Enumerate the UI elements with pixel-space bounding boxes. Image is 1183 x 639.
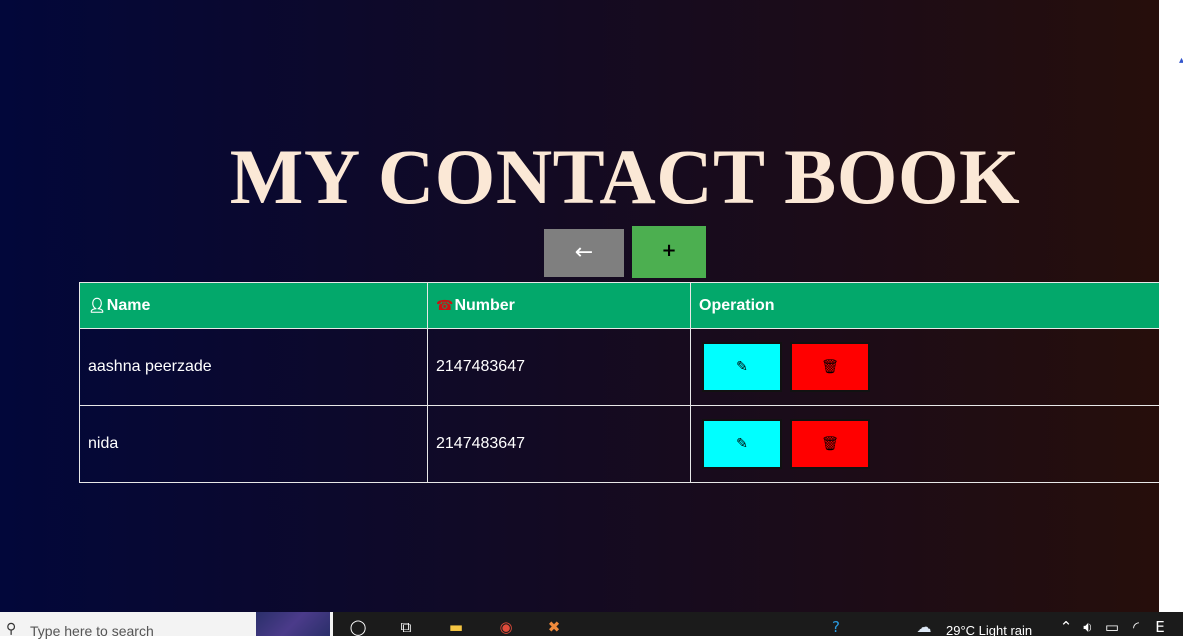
header-number: ☎Number [427,282,691,329]
table-row: aashna peerzade 2147483647 ✎ 🗑︎ [79,328,1159,406]
chrome-icon[interactable]: ◉ [496,618,516,636]
taskbar-search-placeholder: Type here to search [30,623,154,639]
chevron-up-icon[interactable]: ⌃ [1056,618,1076,636]
xampp-icon[interactable]: ✖ [544,618,564,636]
contact-name: aashna peerzade [79,328,428,406]
header-name-label: Name [106,296,151,314]
back-button[interactable]: ← [544,229,624,277]
table-row: nida 2147483647 ✎ 🗑︎ [79,405,1159,483]
contact-name: nida [79,405,428,483]
table-header-row: 👤︎Name ☎Number Operation [79,282,1159,329]
search-icon: ⚲ [6,621,17,637]
contact-book-page: MY CONTACT BOOK ← + 👤︎Name ☎Number Opera… [0,0,1159,612]
trash-icon: 🗑︎ [821,359,839,375]
search-highlight-image [256,612,330,636]
cortana-icon[interactable]: ◯ [348,618,368,636]
weather-icon: ☁ [916,618,932,636]
phone-icon: ☎ [436,297,454,314]
header-operation-label: Operation [699,296,775,314]
scrollbar-area[interactable]: ▴ [1159,0,1183,612]
contact-number: 2147483647 [427,405,691,483]
edit-icon: ✎ [736,359,748,375]
contacts-table: 👤︎Name ☎Number Operation aashna peerzade… [79,282,1159,483]
scroll-up-icon[interactable]: ▴ [1179,55,1183,66]
language-icon[interactable]: E [1150,618,1170,636]
edit-button[interactable]: ✎ [702,419,782,469]
header-number-label: Number [454,296,515,314]
windows-taskbar: ⚲ Type here to search ◯ ⧉ ▬ ◉ ✖ ? ☁ 29°C… [0,612,1183,639]
header-name: 👤︎Name [79,282,428,329]
help-icon[interactable]: ? [826,618,846,636]
contact-number: 2147483647 [427,328,691,406]
edit-button[interactable]: ✎ [702,342,782,392]
wifi-icon[interactable]: ◜ [1126,618,1146,636]
operation-cell: ✎ 🗑︎ [690,328,1159,406]
battery-icon[interactable]: ▭ [1102,618,1122,636]
task-view-icon[interactable]: ⧉ [396,618,416,636]
volume-icon[interactable]: 🔉︎ [1078,618,1098,636]
trash-icon: 🗑︎ [821,436,839,452]
add-contact-button[interactable]: + [632,226,706,278]
operation-cell: ✎ 🗑︎ [690,405,1159,483]
delete-button[interactable]: 🗑︎ [790,342,870,392]
file-explorer-icon[interactable]: ▬ [446,618,466,636]
taskbar-search[interactable]: ⚲ Type here to search [0,612,333,639]
page-title: MY CONTACT BOOK [229,133,1021,220]
user-icon: 👤︎ [88,297,106,314]
edit-icon: ✎ [736,436,748,452]
delete-button[interactable]: 🗑︎ [790,419,870,469]
header-operation: Operation [690,282,1159,329]
